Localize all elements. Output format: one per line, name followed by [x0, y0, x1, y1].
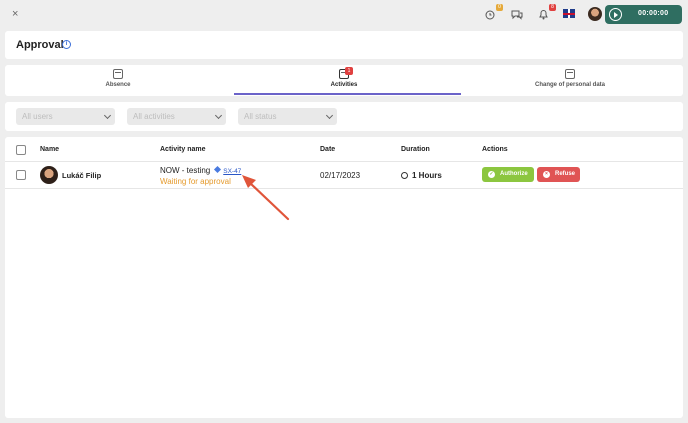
bell-button[interactable]: 8: [537, 4, 556, 21]
play-icon[interactable]: [609, 8, 622, 21]
approval-table: Name Activity name Date Duration Actions…: [5, 137, 683, 418]
chat-icon: [511, 10, 523, 20]
issue-link[interactable]: SX-47: [223, 168, 241, 175]
status-text: Waiting for approval: [160, 177, 231, 186]
chevron-down-icon: [325, 111, 334, 120]
tab-label: Change of personal data: [534, 82, 605, 88]
column-header-name[interactable]: Name: [40, 146, 59, 153]
duration-cell: 1 Hours: [401, 171, 442, 180]
diamond-icon: [214, 165, 222, 174]
clock-notification-button[interactable]: 0: [484, 4, 503, 21]
avatar[interactable]: [588, 7, 602, 21]
user-name: Lukáč Filip: [62, 171, 102, 180]
top-bar: × 0 8 00:00:00: [0, 0, 688, 30]
tab-badge: 1: [345, 67, 353, 75]
tab-change-of-personal-data[interactable]: Change of personal data: [457, 65, 683, 96]
tab-label: Absence: [105, 82, 131, 88]
title-card: Approval i: [5, 31, 683, 59]
authorize-button[interactable]: ✓ Authorize: [482, 167, 534, 182]
activity-cell: NOW - testing SX-47: [160, 165, 241, 175]
column-header-actions: Actions: [482, 146, 508, 153]
timer-widget[interactable]: 00:00:00: [605, 5, 682, 24]
check-icon: ✓: [488, 171, 495, 178]
tabs-bar: Absence 1 Activities Change of personal …: [5, 65, 683, 96]
date-value: 02/17/2023: [320, 171, 361, 180]
page-title: Approval: [16, 39, 64, 51]
select-all-checkbox[interactable]: [16, 145, 26, 155]
column-header-activity[interactable]: Activity name: [160, 146, 206, 153]
filter-placeholder: All users: [22, 112, 53, 121]
refuse-label: Refuse: [555, 171, 576, 177]
notification-badge: 8: [549, 4, 556, 11]
timer-value: 00:00:00: [638, 10, 669, 17]
authorize-label: Authorize: [500, 171, 528, 177]
refuse-button[interactable]: × Refuse: [537, 167, 580, 182]
notification-badge: 0: [496, 4, 503, 11]
stopwatch-icon: [401, 172, 408, 179]
active-tab-indicator: [234, 93, 461, 95]
uk-flag-icon[interactable]: [563, 9, 575, 18]
filters-bar: All users All activities All status: [5, 102, 683, 131]
activities-filter[interactable]: All activities: [127, 108, 226, 125]
divider: [5, 161, 683, 162]
column-header-date[interactable]: Date: [320, 146, 335, 153]
divider: [5, 188, 683, 189]
column-header-duration[interactable]: Duration: [401, 146, 430, 153]
info-icon[interactable]: i: [62, 40, 71, 49]
calendar-icon: [565, 69, 575, 79]
tab-activities[interactable]: 1 Activities: [231, 65, 457, 96]
filter-placeholder: All status: [244, 112, 277, 121]
tab-label: Activities: [330, 82, 358, 88]
filter-placeholder: All activities: [133, 112, 175, 121]
calendar-icon: [113, 69, 123, 79]
chevron-down-icon: [214, 111, 223, 120]
x-icon: ×: [543, 171, 550, 178]
tab-absence[interactable]: Absence: [5, 65, 231, 96]
duration-value: 1 Hours: [412, 171, 442, 180]
chevron-down-icon: [103, 111, 112, 120]
users-filter[interactable]: All users: [16, 108, 115, 125]
avatar: [40, 166, 58, 184]
chat-button[interactable]: [510, 7, 524, 21]
status-filter[interactable]: All status: [238, 108, 337, 125]
close-icon[interactable]: ×: [12, 8, 18, 20]
row-checkbox[interactable]: [16, 170, 26, 180]
activity-name: NOW - testing: [160, 166, 211, 175]
